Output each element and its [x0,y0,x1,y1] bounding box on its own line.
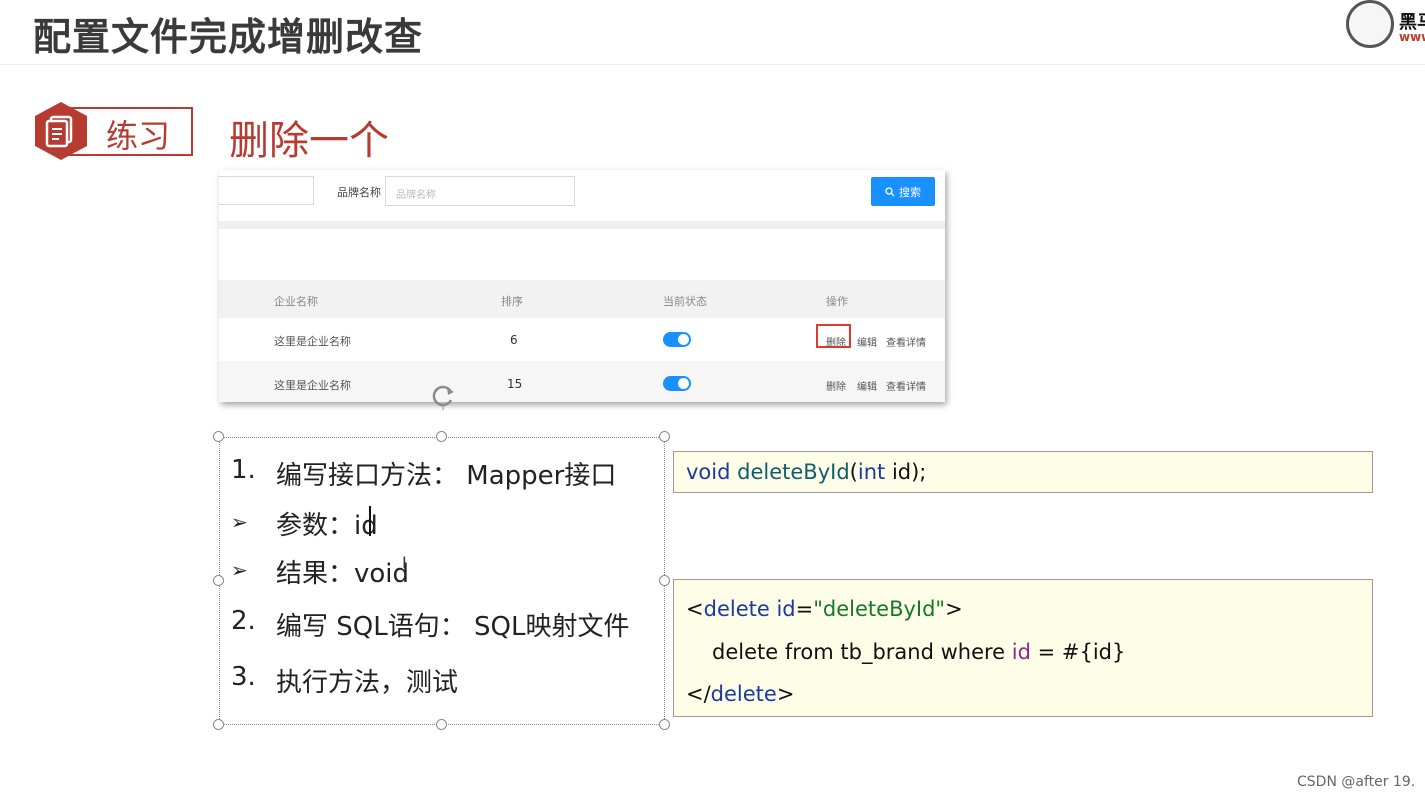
filter-input[interactable] [219,176,314,205]
edit-link[interactable]: 编辑 [857,334,877,349]
delete-link[interactable]: 删除 [826,378,846,393]
resize-handle-top[interactable] [436,431,447,442]
resize-handle-left[interactable] [213,575,224,586]
sub-step-text: 参数：id [276,511,378,541]
search-button[interactable]: 搜索 [871,177,935,206]
step-text: 执行方法，测试 [276,668,459,698]
step-number: 3. [231,662,256,692]
interface-method-signature: void deleteById(int id); [686,460,927,484]
resize-handle-right[interactable] [659,575,670,586]
resize-handle-bottom-right[interactable] [659,719,670,730]
view-details-link[interactable]: 查看详情 [886,334,926,349]
slide-title: 配置文件完成增删改查 [33,15,424,59]
resize-handle-bottom-left[interactable] [213,719,224,730]
section-divider [219,221,945,229]
table-row-order: 15 [507,377,523,391]
ibeam-cursor-icon: I [402,553,407,572]
exercise-badge-label: 练习 [106,117,171,155]
resize-handle-bottom[interactable] [436,719,447,730]
logo-url: www [1399,30,1425,44]
document-icon [35,102,87,160]
brand-name-label: 品牌名称 [337,186,381,199]
step-text: 编写接口方法： Mapper接口 [276,461,617,491]
embedded-table-screenshot[interactable]: 品牌名称 品牌名称 搜索 企业名称 排序 当前状态 操作 这里是企业名称 6 删… [219,170,945,402]
search-button-label: 搜索 [899,185,921,199]
xml-close-tag: </delete> [686,682,795,706]
table-row-order: 6 [510,333,518,347]
search-icon [885,186,895,196]
step-text: 编写 SQL语句： SQL映射文件 [276,612,630,642]
column-header-status: 当前状态 [663,295,707,308]
delete-link[interactable]: 删除 [826,334,846,349]
edit-link[interactable]: 编辑 [857,378,877,393]
xml-open-tag: <delete id="deleteById"> [686,597,963,621]
column-header-actions: 操作 [826,295,848,308]
arrow-bullet-icon: ➢ [231,510,248,534]
section-heading: 删除一个 [229,118,389,164]
header-divider [0,64,1425,65]
view-details-link[interactable]: 查看详情 [886,378,926,393]
arrow-bullet-icon: ➢ [231,558,248,582]
resize-handle-top-right[interactable] [659,431,670,442]
step-number: 2. [231,606,256,636]
sql-statement: delete from tb_brand where id = #{id} [712,640,1126,664]
brand-name-input[interactable]: 品牌名称 [385,176,575,206]
logo-icon [1346,0,1394,48]
sub-step-text: 结果：void [276,559,410,589]
column-header-order: 排序 [501,295,523,308]
step-number: 1. [231,455,256,485]
text-cursor [369,506,371,536]
status-toggle[interactable] [663,376,691,391]
resize-handle-top-left[interactable] [213,431,224,442]
status-toggle[interactable] [663,332,691,347]
table-row-company: 这里是企业名称 [274,335,351,348]
table-row-company: 这里是企业名称 [274,379,351,392]
rotate-handle-icon[interactable] [429,382,457,410]
column-header-company: 企业名称 [274,295,318,308]
watermark: CSDN @after 19. [1297,774,1416,790]
